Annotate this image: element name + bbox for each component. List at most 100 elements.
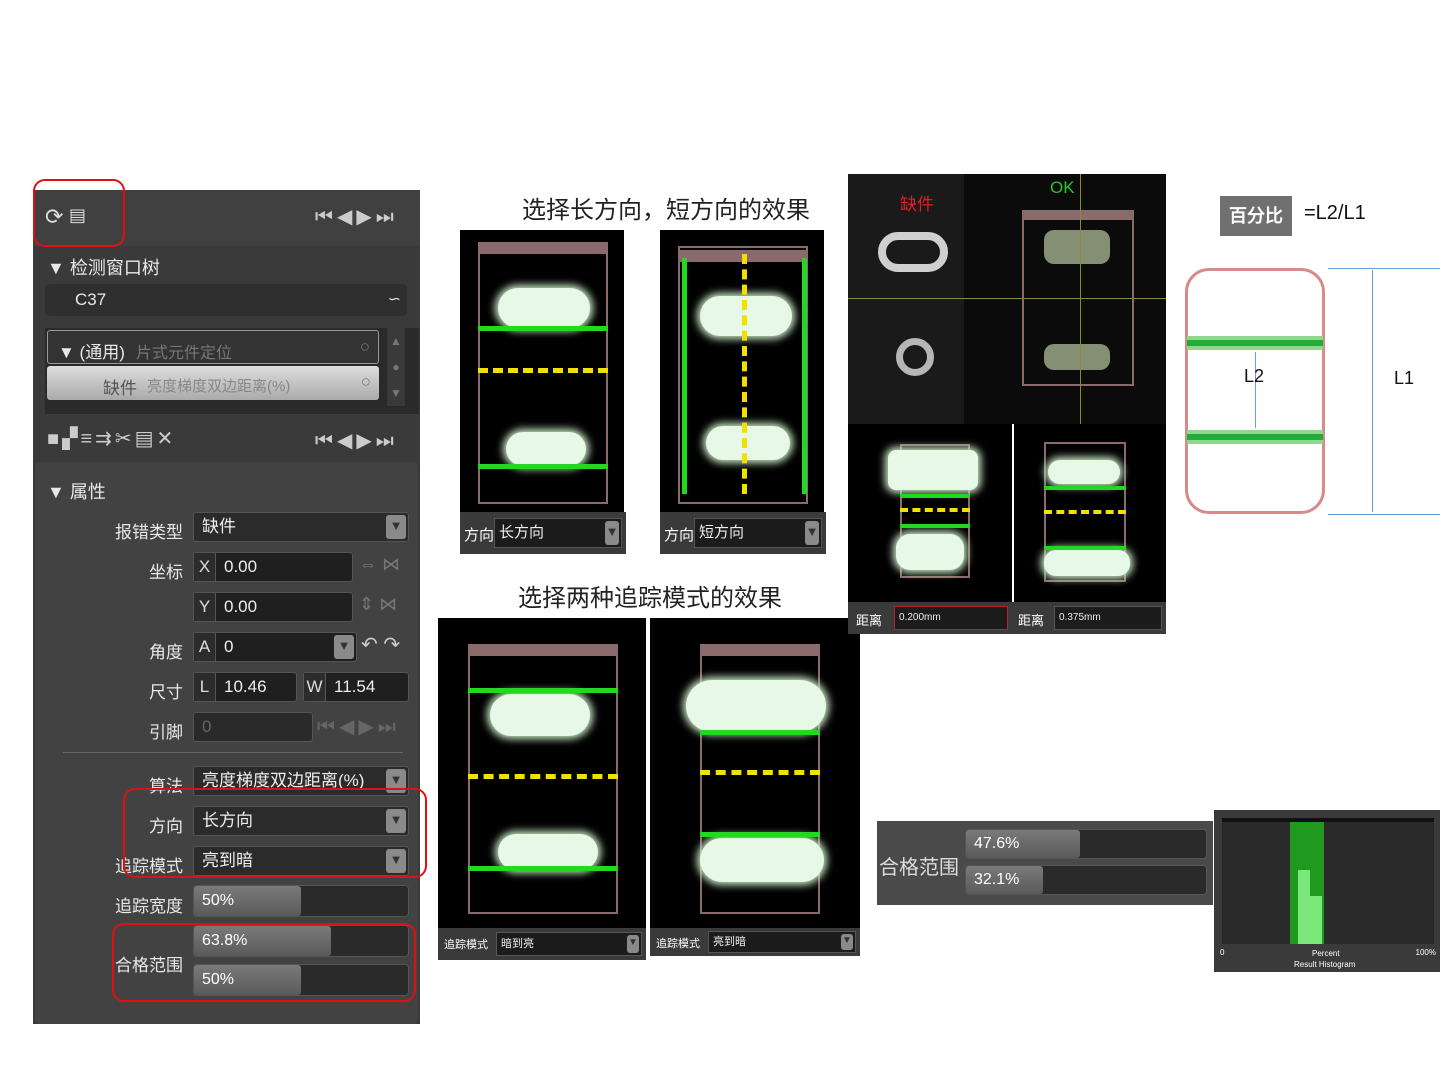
track-width-label: 追踪宽度 <box>115 897 183 916</box>
chevron-down-icon: ▼ <box>386 515 406 539</box>
rotate-icons[interactable]: ↶ ↷ <box>361 632 400 657</box>
l-value: 10.46 <box>224 677 267 696</box>
size-label: 尺寸 <box>149 683 183 702</box>
histogram-bar <box>1310 896 1322 944</box>
l-prefix: L <box>194 673 216 701</box>
track-bright-to-dark-select[interactable]: 亮到暗 ▼ <box>708 931 856 953</box>
direction-short-value: 短方向 <box>699 524 745 541</box>
chevron-down-icon: ▼ <box>627 935 639 953</box>
percent-formula: =L2/L1 <box>1304 202 1366 224</box>
angle-value: 0 <box>224 637 234 656</box>
component-name: C37 <box>75 290 107 309</box>
status-icon: ○ <box>360 372 371 391</box>
w-value: 11.54 <box>334 677 376 696</box>
pass-range-widget-lower[interactable]: 32.1% <box>965 865 1207 895</box>
nav-buttons-bottom[interactable]: ⏮◀▶⏭ <box>315 428 398 453</box>
track-dark-to-bright-view <box>438 618 646 930</box>
ok-label: OK <box>1050 178 1075 197</box>
pin-label: 引脚 <box>149 723 183 742</box>
y-prefix: Y <box>194 593 216 621</box>
nav-buttons-top[interactable]: ⏮◀▶⏭ <box>315 204 398 229</box>
chevron-down-icon: ▼ <box>841 934 853 950</box>
direction-short-select[interactable]: 短方向 ▼ <box>694 518 822 548</box>
direction-long-bar: 方向 长方向 ▼ <box>460 512 626 554</box>
x-value: 0.00 <box>224 557 258 576</box>
pin-input[interactable]: 0 <box>193 712 313 742</box>
distance-a-field[interactable]: 0.200mm <box>894 606 1008 630</box>
distance-b-value: 0.375mm <box>1059 612 1101 623</box>
angle-prefix: A <box>194 633 216 661</box>
angle-label: 角度 <box>149 643 183 662</box>
track-bright-to-dark-label: 追踪模式 <box>656 938 700 950</box>
l2-label: L2 <box>1244 366 1265 386</box>
w-input[interactable]: W 11.54 <box>303 672 409 702</box>
pass-range-widget-lower-value: 32.1% <box>974 871 1020 888</box>
tracking-caption: 选择两种追踪模式的效果 <box>518 585 782 612</box>
tree-item-missing-desc: 亮度梯度双边距离(%) <box>147 378 291 395</box>
distance-label-a: 距离 <box>856 613 883 628</box>
error-type-label: 报错类型 <box>115 523 183 542</box>
direction-long-select[interactable]: 长方向 ▼ <box>494 518 622 548</box>
tree-item-general-label: ▼ (通用) <box>58 343 125 362</box>
chevron-down-icon: ▼ <box>805 521 819 545</box>
direction-long-label: 方向 <box>464 527 495 544</box>
distance-a-value: 0.200mm <box>899 612 941 623</box>
align-h-icon[interactable]: ⇔ ⋈ <box>359 554 400 575</box>
link-icon[interactable]: ∽ <box>388 289 401 309</box>
l1-bottom-line <box>1328 514 1440 515</box>
upper-band <box>1187 336 1323 350</box>
status-icon: ○ <box>359 337 370 356</box>
align-v-icon[interactable]: ⇕ ⋈ <box>359 594 397 615</box>
direction-long-view <box>460 230 624 516</box>
tree-item-general[interactable]: ▼ (通用) 片式元件定位 ○ <box>47 330 379 364</box>
distance-label-b: 距离 <box>1018 613 1045 628</box>
component-field[interactable]: C37 ∽ <box>45 284 407 316</box>
l1-arrow <box>1372 270 1373 512</box>
x-input[interactable]: X 0.00 <box>193 552 353 582</box>
hist-title: Result Histogram <box>1294 960 1356 969</box>
defect-ok-view: 缺件 OK <box>848 174 1166 602</box>
track-bright-to-dark-value: 亮到暗 <box>713 936 746 948</box>
highlight-direction-track <box>123 788 427 878</box>
property-panel: ⟳ ▤ ⏮◀▶⏭ ▼ 检测窗口树 C37 ∽ ▼ (通用) 片式元件定位 ○ 缺… <box>33 190 420 1024</box>
pass-range-widget-label: 合格范围 <box>879 857 959 879</box>
pass-range-widget-upper-value: 47.6% <box>974 835 1020 852</box>
distance-b-field[interactable]: 0.375mm <box>1054 606 1162 630</box>
track-dark-to-bright-value: 暗到亮 <box>501 938 534 950</box>
pass-range-widget-upper[interactable]: 47.6% <box>965 829 1207 859</box>
coord-label: 坐标 <box>149 563 183 582</box>
l-input[interactable]: L 10.46 <box>193 672 297 702</box>
hist-axis-right: 100% <box>1415 948 1436 957</box>
w-prefix: W <box>304 673 326 701</box>
tree-scrollbar[interactable]: ▲ ● ▼ <box>387 328 405 406</box>
hist-axis-title: Percent <box>1312 949 1340 958</box>
histogram-bar <box>1298 870 1310 944</box>
direction-short-view <box>660 230 824 516</box>
track-dark-to-bright-label: 追踪模式 <box>444 939 488 951</box>
y-value: 0.00 <box>224 597 258 616</box>
pin-nav-buttons[interactable]: ⏮◀▶⏭ <box>317 714 400 739</box>
distance-bar: 距离 0.200mm 距离 0.375mm <box>848 602 1166 634</box>
error-type-select[interactable]: 缺件 ▼ <box>193 512 409 542</box>
histogram-plot <box>1222 818 1434 944</box>
l2-arrow <box>1255 352 1256 428</box>
y-input[interactable]: Y 0.00 <box>193 592 353 622</box>
track-bright-to-dark-bar: 追踪模式 亮到暗 ▼ <box>650 928 860 956</box>
error-type-value: 缺件 <box>202 517 236 536</box>
track-dark-to-bright-select[interactable]: 暗到亮 ▼ <box>496 932 642 956</box>
direction-long-value: 长方向 <box>499 524 545 541</box>
track-width-value: 50% <box>202 892 235 909</box>
l1-label: L1 <box>1394 368 1415 388</box>
edit-toolbar[interactable]: ■▞≡⇉✂▤✕ <box>47 426 176 451</box>
angle-select[interactable]: A 0 ▼ <box>193 632 357 662</box>
chevron-down-icon: ▼ <box>605 521 619 545</box>
track-bright-to-dark-view <box>650 618 860 930</box>
tree-title[interactable]: ▼ 检测窗口树 <box>47 254 160 280</box>
direction-short-label: 方向 <box>664 527 695 544</box>
tree-item-missing[interactable]: 缺件 亮度梯度双边距离(%) ○ <box>47 366 379 400</box>
track-width-slider[interactable]: 50% <box>193 885 409 917</box>
props-title[interactable]: ▼ 属性 <box>47 478 106 504</box>
result-histogram: 0 100% Percent Result Histogram <box>1214 810 1440 972</box>
track-dark-to-bright-bar: 追踪模式 暗到亮 ▼ <box>438 928 646 960</box>
highlight-toolbar <box>33 179 125 247</box>
